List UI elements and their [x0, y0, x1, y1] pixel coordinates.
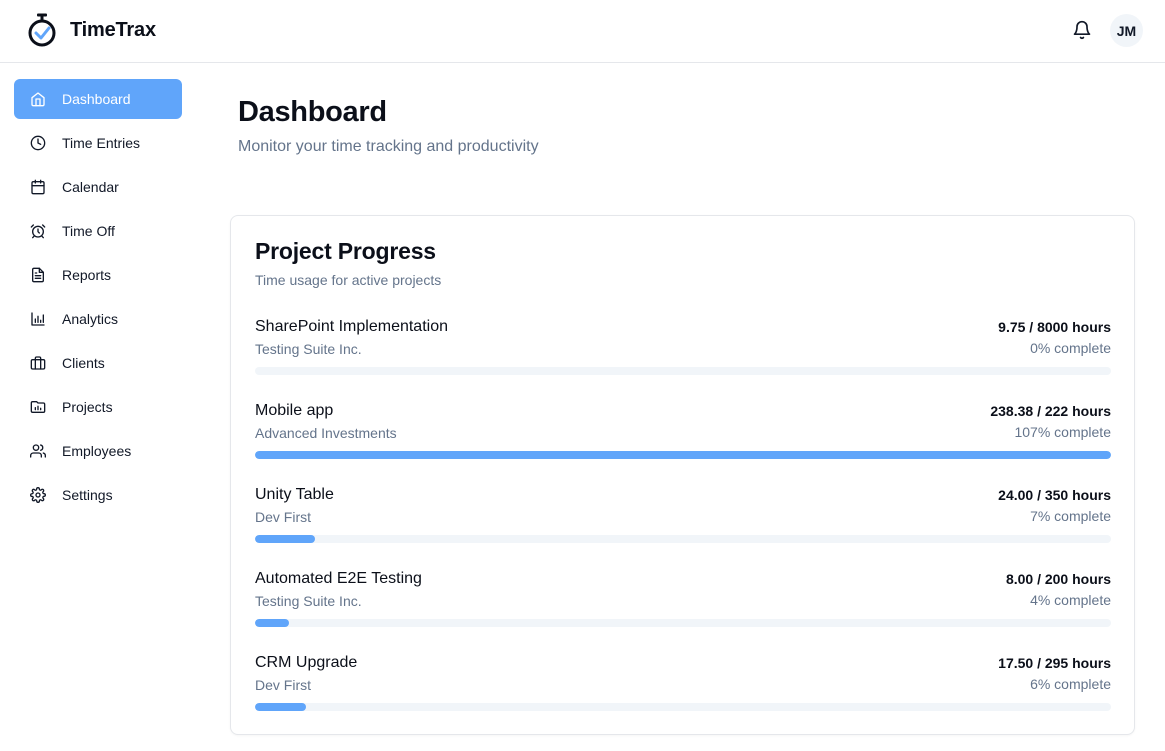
sidebar-item-label: Clients: [62, 355, 105, 371]
project-name: CRM Upgrade: [255, 654, 358, 671]
briefcase-icon: [30, 356, 46, 370]
sidebar-item-label: Time Entries: [62, 135, 141, 151]
project-name: SharePoint Implementation: [255, 318, 448, 335]
sidebar-item-label: Analytics: [62, 311, 119, 327]
progress-fill: [255, 703, 307, 711]
project-hours: 8.00 / 200 hours: [1005, 571, 1111, 587]
page-subtitle: Monitor your time tracking and productiv…: [238, 138, 539, 155]
sidebar-item-label: Dashboard: [62, 91, 131, 107]
progress-track: [255, 451, 1111, 459]
project-percent: 4% complete: [1030, 592, 1111, 608]
project-hours: 238.38 / 222 hours: [990, 403, 1111, 419]
user-avatar[interactable]: JM: [1110, 14, 1143, 47]
project-name: Unity Table: [255, 486, 334, 503]
calendar-icon: [31, 179, 45, 195]
progress-track: [255, 367, 1111, 375]
alarm-clock-icon: [30, 224, 46, 239]
progress-fill: [255, 535, 315, 543]
project-row: Unity Table Dev First 24.00 / 350 hours …: [255, 486, 1111, 556]
project-name: Automated E2E Testing: [255, 570, 422, 587]
progress-track: [255, 619, 1111, 627]
project-row: SharePoint Implementation Testing Suite …: [255, 318, 1111, 388]
sidebar-item-label: Settings: [62, 487, 113, 503]
clock-icon: [30, 135, 46, 151]
project-progress-card: Project Progress Time usage for active p…: [230, 215, 1135, 735]
sidebar-item-label: Projects: [62, 399, 113, 415]
sidebar-item-employees[interactable]: Employees: [14, 431, 182, 471]
sidebar-item-label: Reports: [62, 267, 112, 283]
project-client: Dev First: [255, 509, 311, 525]
top-bar: TimeTrax JM: [0, 0, 1165, 63]
sidebar-item-label: Calendar: [62, 179, 119, 195]
project-client: Advanced Investments: [255, 425, 397, 441]
folder-chart-icon: [30, 401, 46, 413]
sidebar-item-analytics[interactable]: Analytics: [14, 299, 182, 339]
project-hours: 24.00 / 350 hours: [998, 487, 1111, 503]
sidebar-item-settings[interactable]: Settings: [14, 475, 182, 515]
sidebar-item-time-off[interactable]: Time Off: [14, 211, 182, 251]
project-client: Testing Suite Inc.: [255, 341, 362, 357]
page-title: Dashboard: [238, 96, 387, 128]
home-icon: [31, 92, 45, 107]
sidebar-item-reports[interactable]: Reports: [14, 255, 182, 295]
project-hours: 9.75 / 8000 hours: [998, 319, 1111, 335]
file-text-icon: [31, 267, 44, 283]
sidebar: Dashboard Time Entries Calendar Time Off…: [0, 63, 196, 751]
bar-chart-icon: [31, 312, 45, 326]
gear-icon: [30, 487, 46, 503]
project-percent: 6% complete: [1030, 676, 1111, 692]
project-percent: 0% complete: [1030, 340, 1111, 356]
progress-track: [255, 535, 1111, 543]
sidebar-item-label: Employees: [62, 443, 132, 459]
project-percent: 7% complete: [1030, 508, 1111, 524]
progress-track: [255, 703, 1111, 711]
project-row: Automated E2E Testing Testing Suite Inc.…: [255, 570, 1111, 640]
card-subtitle: Time usage for active projects: [255, 272, 442, 288]
project-name: Mobile app: [255, 402, 334, 419]
progress-fill: [255, 451, 1111, 459]
project-client: Dev First: [255, 677, 311, 693]
progress-fill: [255, 619, 290, 627]
stopwatch-logo-icon: [28, 13, 56, 47]
sidebar-item-label: Time Off: [62, 223, 115, 239]
bell-icon[interactable]: [1072, 20, 1092, 40]
project-client: Testing Suite Inc.: [255, 593, 362, 609]
project-percent: 107% complete: [1014, 424, 1111, 440]
users-icon: [30, 444, 46, 458]
card-title: Project Progress: [255, 238, 436, 264]
sidebar-item-projects[interactable]: Projects: [14, 387, 182, 427]
sidebar-item-clients[interactable]: Clients: [14, 343, 182, 383]
sidebar-item-time-entries[interactable]: Time Entries: [14, 123, 182, 163]
project-hours: 17.50 / 295 hours: [998, 655, 1111, 671]
sidebar-item-dashboard[interactable]: Dashboard: [14, 79, 182, 119]
sidebar-item-calendar[interactable]: Calendar: [14, 167, 182, 207]
app-name: TimeTrax: [70, 19, 156, 41]
project-row: CRM Upgrade Dev First 17.50 / 295 hours …: [255, 654, 1111, 724]
project-row: Mobile app Advanced Investments 238.38 /…: [255, 402, 1111, 472]
